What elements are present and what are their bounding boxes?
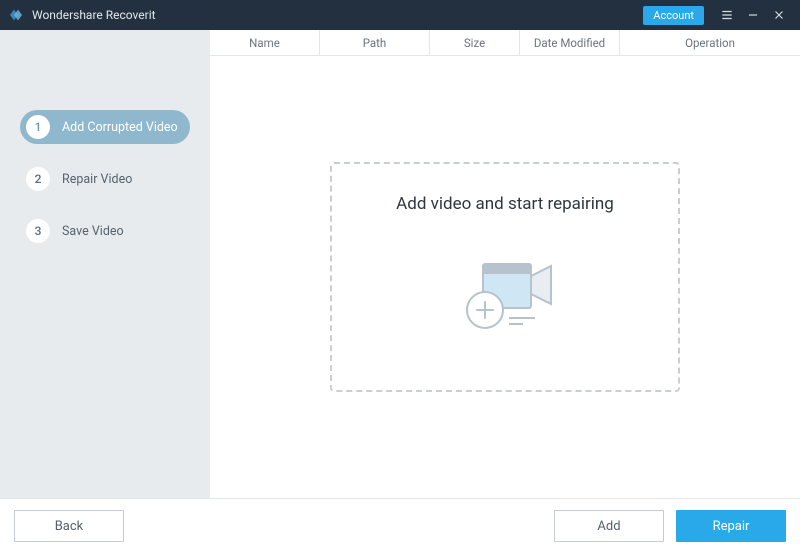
step-label: Add Corrupted Video — [62, 120, 178, 135]
sidebar: 1 Add Corrupted Video 2 Repair Video 3 S… — [0, 30, 210, 498]
add-video-dropzone[interactable]: Add video and start repairing — [330, 162, 680, 392]
table-header: Name Path Size Date Modified Operation — [210, 30, 800, 56]
col-date-modified[interactable]: Date Modified — [520, 30, 620, 55]
video-camera-add-icon — [445, 242, 565, 346]
titlebar: Wondershare Recoverit Account — [0, 0, 800, 30]
step-save-video[interactable]: 3 Save Video — [20, 214, 190, 248]
main-panel: Name Path Size Date Modified Operation A… — [210, 30, 800, 498]
body: 1 Add Corrupted Video 2 Repair Video 3 S… — [0, 30, 800, 498]
col-path[interactable]: Path — [320, 30, 430, 55]
step-number: 2 — [26, 167, 50, 191]
step-number: 3 — [26, 219, 50, 243]
step-add-corrupted-video[interactable]: 1 Add Corrupted Video — [20, 110, 190, 144]
account-button[interactable]: Account — [643, 6, 704, 25]
close-icon[interactable] — [766, 0, 792, 30]
dropzone-headline: Add video and start repairing — [396, 194, 614, 214]
menu-icon[interactable] — [714, 0, 740, 30]
step-repair-video[interactable]: 2 Repair Video — [20, 162, 190, 196]
add-button[interactable]: Add — [554, 510, 664, 542]
col-name[interactable]: Name — [210, 30, 320, 55]
step-label: Repair Video — [62, 172, 132, 187]
app-title: Wondershare Recoverit — [32, 8, 643, 22]
content-area: Add video and start repairing — [210, 56, 800, 498]
step-label: Save Video — [62, 224, 124, 239]
footer: Back Add Repair — [0, 498, 800, 553]
minimize-icon[interactable] — [740, 0, 766, 30]
col-operation[interactable]: Operation — [620, 30, 800, 55]
col-size[interactable]: Size — [430, 30, 520, 55]
app-logo-icon — [8, 7, 24, 23]
back-button[interactable]: Back — [14, 510, 124, 542]
step-number: 1 — [26, 115, 50, 139]
repair-button[interactable]: Repair — [676, 510, 786, 542]
